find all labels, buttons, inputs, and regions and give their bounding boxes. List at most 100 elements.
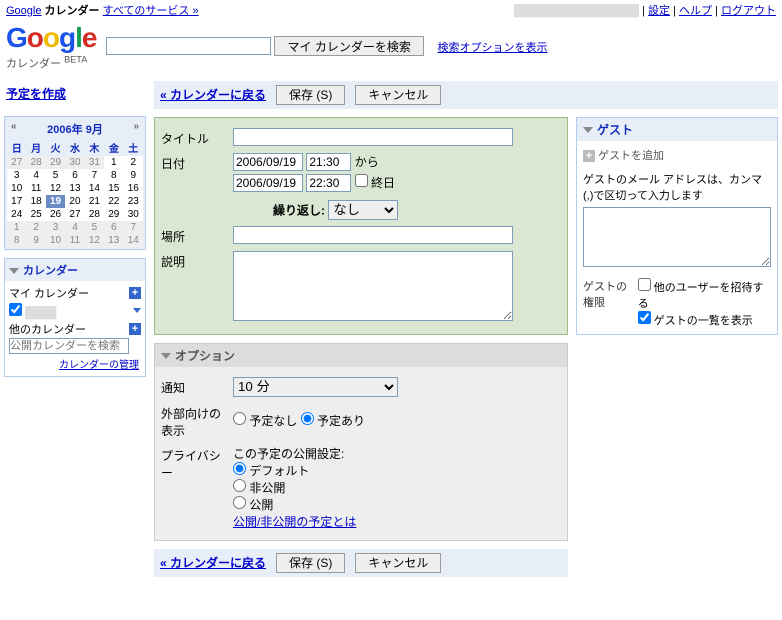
calendar-day[interactable]: 17 bbox=[7, 195, 26, 208]
next-month-icon[interactable]: » bbox=[133, 121, 139, 132]
repeat-select[interactable]: なし bbox=[328, 200, 398, 220]
start-date-input[interactable] bbox=[233, 153, 303, 171]
settings-link[interactable]: 設定 bbox=[648, 5, 670, 17]
calendar-day[interactable]: 29 bbox=[46, 156, 65, 169]
manage-calendars-link[interactable]: カレンダーの管理 bbox=[9, 354, 141, 373]
calendar-day[interactable]: 13 bbox=[104, 234, 123, 247]
allday-checkbox[interactable] bbox=[355, 174, 368, 187]
guest-emails-input[interactable] bbox=[583, 207, 771, 267]
calendar-day[interactable]: 8 bbox=[104, 169, 123, 182]
calendar-day[interactable]: 9 bbox=[124, 169, 143, 182]
calendar-day[interactable]: 31 bbox=[85, 156, 104, 169]
guests-collapse-icon[interactable] bbox=[583, 127, 593, 133]
options-collapse-icon[interactable] bbox=[161, 353, 171, 359]
privacy-private-radio[interactable] bbox=[233, 479, 246, 492]
calendar-day[interactable]: 26 bbox=[46, 208, 65, 221]
collapse-icon[interactable] bbox=[9, 268, 19, 274]
calendar-day[interactable]: 6 bbox=[65, 169, 84, 182]
calendar-day[interactable]: 20 bbox=[65, 195, 84, 208]
calendar-day[interactable]: 30 bbox=[65, 156, 84, 169]
calendar-day[interactable]: 1 bbox=[7, 221, 26, 234]
add-other-calendar-icon[interactable]: + bbox=[129, 323, 141, 335]
back-link-bottom[interactable]: « カレンダーに戻る bbox=[160, 554, 266, 571]
logout-link[interactable]: ログアウト bbox=[721, 5, 776, 17]
search-options-link[interactable]: 検索オプションを表示 bbox=[438, 42, 548, 54]
add-guest-button[interactable]: + ゲストを追加 bbox=[583, 147, 771, 163]
guests-section: ゲスト + ゲストを追加 ゲストのメール アドレスは、カンマ(,)で区切って入力… bbox=[576, 117, 778, 335]
calendar-day[interactable]: 11 bbox=[26, 182, 45, 195]
calendar-panel: カレンダー マイ カレンダー + ████ 他のカレンダー + カレンダーの管理 bbox=[4, 258, 146, 377]
calendar-day[interactable]: 14 bbox=[124, 234, 143, 247]
calendar-day[interactable]: 28 bbox=[85, 208, 104, 221]
calendar-day[interactable]: 18 bbox=[26, 195, 45, 208]
calendar-day[interactable]: 9 bbox=[26, 234, 45, 247]
calendar-day[interactable]: 3 bbox=[7, 169, 26, 182]
cancel-button-bottom[interactable]: キャンセル bbox=[355, 553, 441, 573]
calendar-day[interactable]: 12 bbox=[46, 182, 65, 195]
calendar-day[interactable]: 2 bbox=[26, 221, 45, 234]
calendar-day[interactable]: 12 bbox=[85, 234, 104, 247]
calendar-day[interactable]: 24 bbox=[7, 208, 26, 221]
add-my-calendar-icon[interactable]: + bbox=[129, 287, 141, 299]
title-input[interactable] bbox=[233, 128, 513, 146]
calendar-day[interactable]: 23 bbox=[124, 195, 143, 208]
start-time-input[interactable] bbox=[306, 153, 351, 171]
end-time-input[interactable] bbox=[306, 174, 351, 192]
google-link[interactable]: Google bbox=[6, 5, 41, 17]
calendar-day[interactable]: 30 bbox=[124, 208, 143, 221]
calendar-day[interactable]: 28 bbox=[26, 156, 45, 169]
prev-month-icon[interactable]: « bbox=[11, 121, 17, 132]
guest-invite-checkbox[interactable] bbox=[638, 278, 651, 291]
privacy-help-link[interactable]: 公開/非公開の予定とは bbox=[233, 515, 356, 529]
search-button[interactable]: マイ カレンダーを検索 bbox=[274, 36, 424, 56]
calendar-day[interactable]: 13 bbox=[65, 182, 84, 195]
noplans-radio[interactable] bbox=[233, 412, 246, 425]
cancel-button-top[interactable]: キャンセル bbox=[355, 85, 441, 105]
calendar-day[interactable]: 1 bbox=[104, 156, 123, 169]
calendar-day[interactable]: 2 bbox=[124, 156, 143, 169]
calendar-day[interactable]: 25 bbox=[26, 208, 45, 221]
calendar-day[interactable]: 5 bbox=[46, 169, 65, 182]
save-button-top[interactable]: 保存 (S) bbox=[276, 85, 345, 105]
privacy-public-radio[interactable] bbox=[233, 496, 246, 509]
calendar-day[interactable]: 6 bbox=[104, 221, 123, 234]
calendar-day[interactable]: 5 bbox=[85, 221, 104, 234]
place-input[interactable] bbox=[233, 226, 513, 244]
calendar-day[interactable]: 15 bbox=[104, 182, 123, 195]
back-link-top[interactable]: « カレンダーに戻る bbox=[160, 86, 266, 103]
calendar-day[interactable]: 3 bbox=[46, 221, 65, 234]
calendar-checkbox[interactable] bbox=[9, 303, 22, 316]
calendar-day[interactable]: 19 bbox=[46, 195, 65, 208]
end-date-input[interactable] bbox=[233, 174, 303, 192]
calendar-day[interactable]: 11 bbox=[65, 234, 84, 247]
guest-viewlist-checkbox[interactable] bbox=[638, 311, 651, 324]
calendar-day[interactable]: 4 bbox=[26, 169, 45, 182]
calendar-day[interactable]: 7 bbox=[124, 221, 143, 234]
calendar-day[interactable]: 21 bbox=[85, 195, 104, 208]
notify-select[interactable]: 10 分 bbox=[233, 377, 398, 397]
external-label: 外部向けの表示 bbox=[161, 403, 231, 439]
privacy-default-radio[interactable] bbox=[233, 462, 246, 475]
public-calendar-search[interactable] bbox=[9, 338, 129, 354]
calendar-day[interactable]: 14 bbox=[85, 182, 104, 195]
calendar-day[interactable]: 8 bbox=[7, 234, 26, 247]
save-button-bottom[interactable]: 保存 (S) bbox=[276, 553, 345, 573]
mini-cal-title: 2006年 9月 bbox=[47, 124, 103, 136]
calendar-day[interactable]: 27 bbox=[65, 208, 84, 221]
calendar-day[interactable]: 27 bbox=[7, 156, 26, 169]
calendar-day[interactable]: 16 bbox=[124, 182, 143, 195]
help-link[interactable]: ヘルプ bbox=[679, 5, 712, 17]
calendar-menu-icon[interactable] bbox=[133, 308, 141, 313]
calendar-day[interactable]: 10 bbox=[46, 234, 65, 247]
calendar-day[interactable]: 22 bbox=[104, 195, 123, 208]
hasplans-radio[interactable] bbox=[301, 412, 314, 425]
desc-input[interactable] bbox=[233, 251, 513, 321]
calendar-day[interactable]: 4 bbox=[65, 221, 84, 234]
create-event-link[interactable]: 予定を作成 bbox=[4, 81, 146, 106]
all-services-link[interactable]: すべてのサービス » bbox=[103, 5, 199, 17]
search-input[interactable] bbox=[106, 37, 271, 55]
privacy-setting-label: この予定の公開設定: bbox=[233, 445, 561, 462]
calendar-day[interactable]: 7 bbox=[85, 169, 104, 182]
calendar-day[interactable]: 29 bbox=[104, 208, 123, 221]
calendar-day[interactable]: 10 bbox=[7, 182, 26, 195]
